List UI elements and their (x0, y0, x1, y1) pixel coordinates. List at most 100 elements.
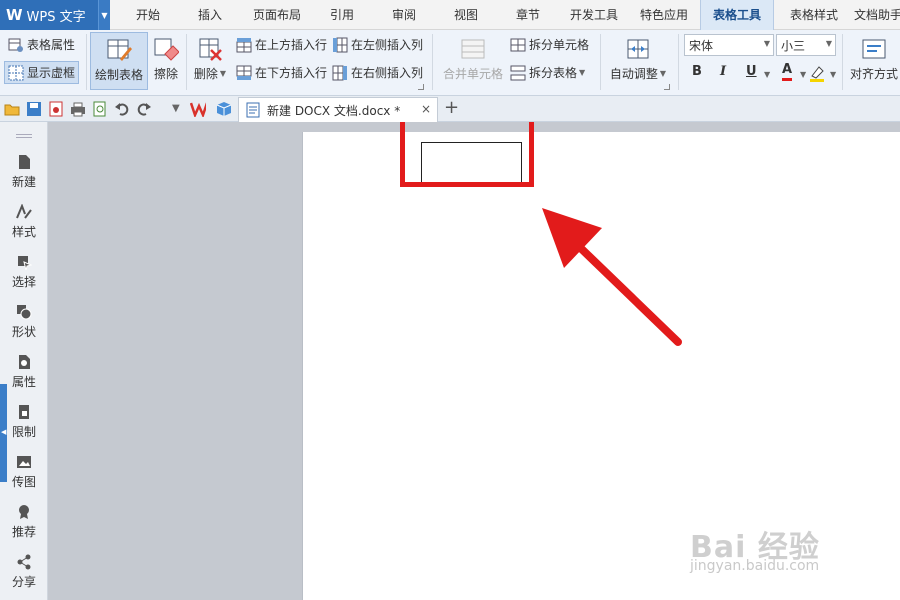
side-item-label: 样式 (11, 225, 36, 239)
insert-col-right-button[interactable]: 在右侧插入列 (332, 64, 423, 81)
auto-fit-button[interactable]: 自动调整 ▼ (606, 36, 670, 82)
side-item-style[interactable]: 样式 (0, 204, 48, 240)
tab-table-tools[interactable]: 表格工具 (700, 0, 774, 30)
insert-col-left-button[interactable]: 在左侧插入列 (332, 36, 423, 53)
draw-table-button[interactable]: 绘制表格 (90, 32, 148, 90)
side-item-upload-image[interactable]: 传图 (0, 454, 48, 490)
print-icon[interactable] (70, 101, 86, 117)
chevron-down-icon[interactable]: ▼ (764, 70, 770, 79)
side-item-label: 传图 (11, 475, 36, 489)
side-item-label: 新建 (11, 175, 36, 189)
ribbon-divider (432, 34, 433, 90)
underline-button[interactable]: U (746, 64, 757, 79)
share-icon (17, 554, 31, 570)
eraser-icon (153, 36, 180, 62)
tab-references[interactable]: 引用 (318, 0, 366, 30)
tab-view[interactable]: 视图 (442, 0, 490, 30)
table-properties-button[interactable]: 表格属性 (8, 36, 75, 53)
insert-col-right-label: 在右侧插入列 (351, 66, 424, 80)
split-table-label: 拆分表格 (529, 66, 578, 80)
app-menu-button[interactable]: W WPS 文字 ▼ (0, 0, 110, 30)
chevron-down-icon[interactable]: ▼ (800, 70, 806, 79)
table-properties-label: 表格属性 (27, 38, 76, 52)
open-folder-icon[interactable] (4, 101, 20, 117)
shape-icon (17, 305, 32, 320)
ribbon-divider (186, 34, 187, 90)
erase-button[interactable]: 擦除 (150, 36, 182, 82)
insert-row-below-icon (236, 65, 252, 81)
erase-label: 擦除 (153, 67, 178, 81)
chevron-down-icon: ▼ (825, 39, 832, 48)
grip-icon[interactable] (16, 134, 32, 138)
align-button[interactable]: 对齐方式 (848, 36, 900, 82)
tab-table-style[interactable]: 表格样式 (778, 0, 850, 30)
tab-insert[interactable]: 插入 (184, 0, 236, 30)
new-document-icon (19, 155, 30, 169)
watermark: Bai 经验 jingyan.baidu.com (690, 500, 860, 580)
chevron-down-icon: ▼ (219, 69, 227, 78)
italic-button[interactable]: I (720, 64, 726, 79)
collapse-panel-handle[interactable]: ◀ (0, 384, 7, 482)
font-name-select[interactable]: 宋体 ▼ (684, 34, 774, 56)
side-item-label: 形状 (11, 325, 36, 339)
show-gridlines-button[interactable]: 显示虚框 (4, 61, 80, 84)
chevron-down-icon: ▼ (579, 68, 586, 77)
side-item-properties[interactable]: 属性 (0, 354, 48, 390)
cube-icon[interactable] (216, 101, 232, 117)
chevron-left-icon: ◀ (1, 428, 7, 436)
side-item-share[interactable]: 分享 (0, 554, 48, 590)
split-table-button[interactable]: 拆分表格 ▼ (510, 64, 585, 81)
tab-page-layout[interactable]: 页面布局 (246, 0, 308, 30)
chevron-down-icon: ▼ (659, 69, 667, 78)
print-preview-icon[interactable] (92, 101, 108, 117)
align-label: 对齐方式 (849, 67, 898, 81)
export-pdf-icon[interactable] (48, 101, 64, 117)
save-icon[interactable] (26, 101, 42, 117)
split-cells-button[interactable]: 拆分单元格 (510, 36, 589, 53)
tab-chapter[interactable]: 章节 (504, 0, 552, 30)
side-item-label: 选择 (11, 275, 36, 289)
gridlines-icon (8, 65, 24, 81)
bold-button[interactable]: B (692, 64, 702, 79)
insert-row-below-button[interactable]: 在下方插入行 (236, 64, 327, 81)
tab-doc-assistant[interactable]: 文档助手 (854, 0, 900, 30)
show-gridlines-label: 显示虚框 (27, 66, 76, 80)
wps-w-icon[interactable] (190, 101, 206, 117)
auto-fit-label: 自动调整 (609, 67, 658, 81)
font-size-select[interactable]: 小三 ▼ (776, 34, 836, 56)
side-item-label: 属性 (11, 375, 36, 389)
merge-cells-icon (460, 36, 486, 62)
tab-start[interactable]: 开始 (122, 0, 174, 30)
insert-col-right-icon (332, 65, 348, 81)
new-tab-button[interactable]: + (444, 97, 459, 118)
merge-cells-button[interactable]: 合并单元格 (440, 36, 506, 82)
tab-review[interactable]: 审阅 (380, 0, 428, 30)
side-item-recommend[interactable]: 推荐 (0, 504, 48, 540)
document-tab[interactable]: 新建 DOCX 文档.docx * × (238, 97, 438, 122)
side-item-select[interactable]: 选择 (0, 254, 48, 290)
font-size-value: 小三 (781, 38, 806, 53)
side-item-restrict[interactable]: 限制 (0, 404, 48, 440)
highlight-color-button[interactable] (808, 64, 826, 82)
insert-row-above-button[interactable]: 在上方插入行 (236, 36, 327, 53)
side-item-new[interactable]: 新建 (0, 154, 48, 190)
close-icon[interactable]: × (421, 102, 431, 116)
side-item-shape[interactable]: 形状 (0, 304, 48, 340)
merge-cells-label: 合并单元格 (442, 67, 503, 81)
ribbon-divider (600, 34, 601, 90)
tab-special[interactable]: 特色应用 (634, 0, 694, 30)
redo-icon[interactable] (136, 101, 152, 117)
tab-developer[interactable]: 开发工具 (564, 0, 624, 30)
font-color-button[interactable]: A (782, 62, 793, 81)
ribbon: 表格属性 显示虚框 绘制表格 擦除 删除 ▼ 在上方插入行 在下方插入行 在左侧… (0, 30, 900, 96)
dialog-launcher-icon[interactable] (418, 84, 424, 90)
undo-icon[interactable] (114, 101, 130, 117)
split-cells-icon (510, 37, 526, 53)
watermark-sub: jingyan.baidu.com (690, 558, 820, 574)
chevron-down-icon[interactable]: ▼ (98, 0, 110, 30)
chevron-down-icon[interactable]: ▼ (830, 70, 836, 79)
table-properties-icon (8, 37, 24, 53)
delete-button[interactable]: 删除 ▼ (190, 36, 230, 82)
dialog-launcher-icon[interactable] (664, 84, 670, 90)
customize-toolbar-icon[interactable]: ▼ (172, 103, 180, 114)
